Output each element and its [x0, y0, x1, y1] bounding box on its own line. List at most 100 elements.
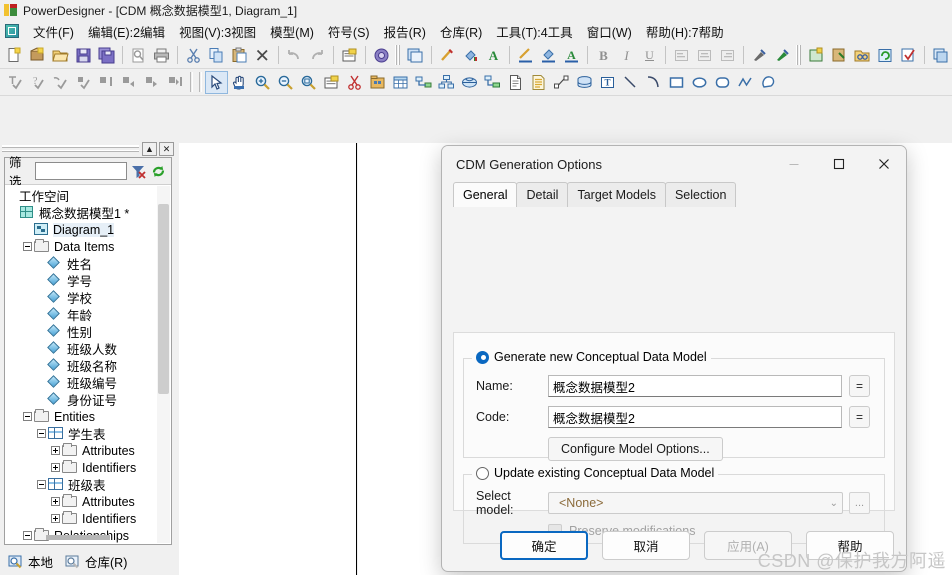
generate-new-model-radio[interactable]: [476, 350, 489, 364]
minimize-icon[interactable]: [771, 148, 816, 181]
panel-autohide-button[interactable]: ▲: [142, 142, 157, 156]
tab-general[interactable]: General: [453, 182, 518, 207]
repository-browse-icon[interactable]: [851, 44, 874, 67]
select-model-dropdown[interactable]: <None> ⌄: [548, 492, 843, 514]
tree-node[interactable]: 性别: [5, 323, 171, 340]
maximize-icon[interactable]: [816, 148, 861, 181]
line-icon[interactable]: [619, 71, 642, 94]
file-icon[interactable]: [504, 71, 527, 94]
collapse-toggle[interactable]: [35, 479, 47, 491]
scrollbar-thumb[interactable]: [158, 204, 169, 394]
apply-button[interactable]: 应用(A): [704, 530, 792, 560]
inheritance-icon[interactable]: [435, 71, 458, 94]
toolbar-grip[interactable]: [796, 45, 801, 65]
scrollbar-thumb[interactable]: [45, 535, 111, 540]
tree-node[interactable]: 班级编号: [5, 374, 171, 391]
tree-node[interactable]: 学校: [5, 289, 171, 306]
hand-icon[interactable]: [228, 71, 251, 94]
open-icon[interactable]: [49, 44, 72, 67]
filter-input[interactable]: [35, 162, 127, 180]
tree-node[interactable]: 工作空间: [5, 187, 171, 204]
tree-node[interactable]: Identifiers: [5, 510, 171, 527]
format-paint-icon[interactable]: [771, 44, 794, 67]
expand-toggle[interactable]: [49, 445, 61, 457]
tree-node[interactable]: 学号: [5, 272, 171, 289]
browse-model-button[interactable]: ...: [849, 492, 870, 514]
filter-clear-icon[interactable]: [130, 162, 147, 181]
refresh-icon[interactable]: [150, 162, 167, 181]
tree-node[interactable]: 姓名: [5, 255, 171, 272]
tree-vertical-scrollbar[interactable]: [157, 186, 170, 543]
entity-icon[interactable]: [389, 71, 412, 94]
update-existing-model-radio[interactable]: [476, 466, 489, 480]
tab-local[interactable]: 本地: [4, 550, 62, 573]
rectangle-icon[interactable]: [665, 71, 688, 94]
tab-detail[interactable]: Detail: [516, 182, 569, 207]
note-icon[interactable]: [527, 71, 550, 94]
tree-node[interactable]: Attributes: [5, 493, 171, 510]
expand-toggle[interactable]: [49, 462, 61, 474]
bold-icon[interactable]: B: [592, 44, 615, 67]
cut-icon[interactable]: [182, 44, 205, 67]
paste-icon[interactable]: [228, 44, 251, 67]
diagram-canvas-left[interactable]: [179, 143, 357, 575]
menu-item-report[interactable]: 报告(R): [377, 20, 433, 43]
menu-item-model[interactable]: 模型(M): [263, 20, 321, 43]
check-model-icon[interactable]: [3, 71, 26, 94]
tree-node[interactable]: Data Items: [5, 238, 171, 255]
new-model-icon[interactable]: [26, 44, 49, 67]
generate-new-model-legend[interactable]: Generate new Conceptual Data Model: [472, 350, 711, 364]
save-icon[interactable]: [72, 44, 95, 67]
font-default-icon[interactable]: A: [560, 44, 583, 67]
tree-node[interactable]: Identifiers: [5, 459, 171, 476]
display-preferences-icon[interactable]: [404, 44, 427, 67]
layer-icon[interactable]: [929, 44, 952, 67]
align-left-icon[interactable]: [670, 44, 693, 67]
update-existing-model-legend[interactable]: Update existing Conceptual Data Model: [472, 466, 719, 480]
copy-icon[interactable]: [205, 44, 228, 67]
collapse-toggle[interactable]: [21, 241, 33, 253]
menu-item-window[interactable]: 窗口(W): [580, 20, 639, 43]
toolbar-grip[interactable]: [199, 72, 202, 92]
expand-toggle[interactable]: [49, 513, 61, 525]
menu-item-repository[interactable]: 仓库(R): [433, 20, 489, 43]
menu-item-file[interactable]: 文件(F): [26, 20, 81, 43]
association-icon[interactable]: [458, 71, 481, 94]
cancel-button[interactable]: 取消: [602, 530, 690, 560]
new-icon[interactable]: [3, 44, 26, 67]
tree-node[interactable]: Attributes: [5, 442, 171, 459]
menu-item-help[interactable]: 帮助(H):7帮助: [639, 20, 731, 43]
menu-item-symbol[interactable]: 符号(S): [321, 20, 377, 43]
check-next-icon[interactable]: [141, 71, 164, 94]
tree-horizontal-scrollbar[interactable]: [10, 533, 153, 542]
text-icon[interactable]: T: [596, 71, 619, 94]
menu-item-tools[interactable]: 工具(T):4工具: [489, 20, 579, 43]
undo-icon[interactable]: [283, 44, 306, 67]
tree-node[interactable]: 班级人数: [5, 340, 171, 357]
fill-color-icon[interactable]: [459, 44, 482, 67]
ellipse-icon[interactable]: [688, 71, 711, 94]
repository-new-icon[interactable]: [805, 44, 828, 67]
fill-default-icon[interactable]: [537, 44, 560, 67]
format-brush-icon[interactable]: [748, 44, 771, 67]
check-help-icon[interactable]: ?: [26, 71, 49, 94]
open-package-icon[interactable]: [320, 71, 343, 94]
check-last-icon[interactable]: [164, 71, 187, 94]
font-color-icon[interactable]: A: [482, 44, 505, 67]
scissors-icon[interactable]: [343, 71, 366, 94]
ok-button[interactable]: 确定: [500, 530, 588, 560]
arc-icon[interactable]: [642, 71, 665, 94]
tree-node[interactable]: 概念数据模型1 *: [5, 204, 171, 221]
zoom-out-icon[interactable]: [274, 71, 297, 94]
save-all-icon[interactable]: [95, 44, 118, 67]
toolbar-grip[interactable]: [395, 45, 400, 65]
toolbar-grip[interactable]: [190, 72, 193, 92]
rounded-rect-icon[interactable]: [711, 71, 734, 94]
collapse-toggle[interactable]: [21, 411, 33, 423]
print-preview-icon[interactable]: [127, 44, 150, 67]
help-button[interactable]: 帮助: [806, 530, 894, 560]
repository-check-icon[interactable]: [897, 44, 920, 67]
delete-icon[interactable]: [251, 44, 274, 67]
relationship-icon[interactable]: [412, 71, 435, 94]
line-style-icon[interactable]: [436, 44, 459, 67]
